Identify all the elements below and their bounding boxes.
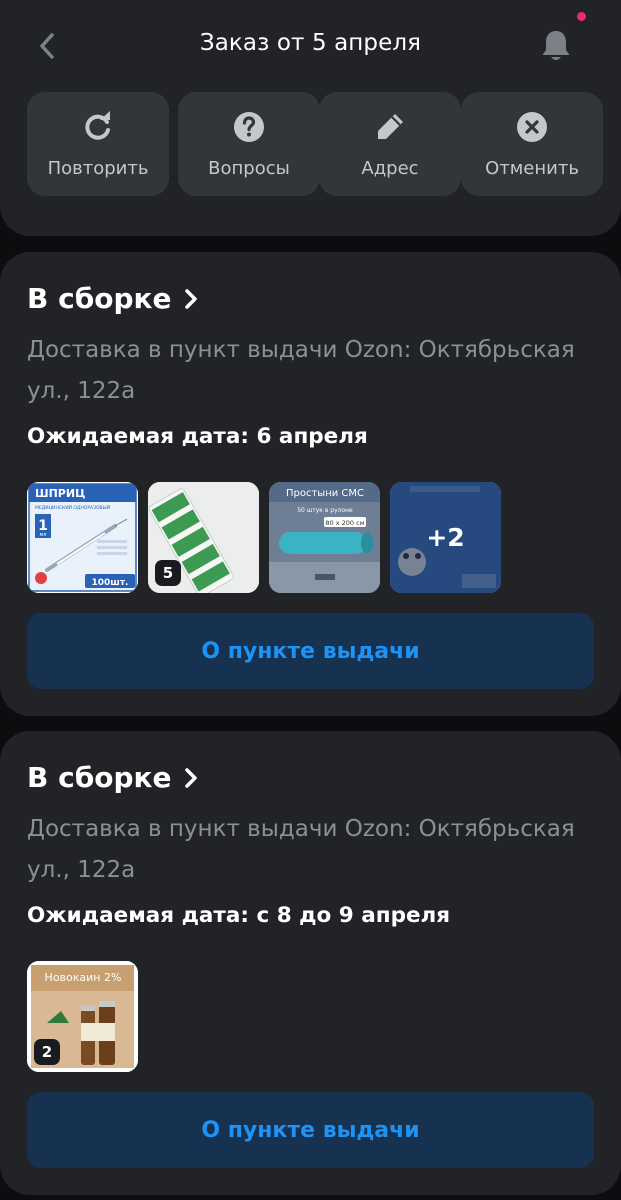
header: Заказ от 5 апреля bbox=[0, 0, 621, 92]
pickup-point-button[interactable]: О пункте выдачи bbox=[27, 1092, 594, 1168]
shipment-status-link[interactable]: В сборке bbox=[27, 761, 198, 794]
product-thumbnail-novocaine[interactable]: Новокаин 2% 2 bbox=[27, 961, 138, 1072]
expected-date: Ожидаемая дата: 6 апреля bbox=[27, 424, 368, 449]
sheets-subtitle: 50 штук в рулоне bbox=[297, 507, 353, 514]
repeat-order-label: Повторить bbox=[47, 158, 149, 179]
syringe-unit: мл bbox=[40, 532, 47, 538]
product-thumbnails: ШПРИЦ МЕДИЦИНСКИЙ ОДНОРАЗОВЫЙ 1 мл 100шт… bbox=[27, 482, 501, 593]
product-thumbnails: Новокаин 2% 2 bbox=[27, 961, 138, 1072]
pickup-point-button[interactable]: О пункте выдачи bbox=[27, 613, 594, 689]
product-thumbnail-syringes[interactable]: ШПРИЦ МЕДИЦИНСКИЙ ОДНОРАЗОВЫЙ 1 мл 100шт… bbox=[27, 482, 138, 593]
novocaine-title: Новокаин 2% bbox=[45, 971, 122, 984]
delivery-address: Доставка в пункт выдачи Ozon: Октябрьска… bbox=[27, 816, 575, 883]
shipment-status: В сборке bbox=[27, 282, 172, 315]
delivery-address: Доставка в пункт выдачи Ozon: Октябрьска… bbox=[27, 337, 575, 404]
shipment-card: В сборке Доставка в пункт выдачи Ozon: О… bbox=[0, 731, 621, 1195]
questions-button[interactable]: Вопросы bbox=[178, 92, 320, 196]
bell-icon bbox=[542, 31, 570, 60]
pencil-icon bbox=[378, 114, 403, 139]
sheets-title: Простыни СМС bbox=[286, 488, 364, 499]
product-thumbnail-more[interactable]: +2 bbox=[390, 482, 501, 593]
product-thumbnail-packets[interactable]: 5 bbox=[148, 482, 259, 593]
question-icon bbox=[234, 112, 264, 142]
address-label: Адрес bbox=[361, 158, 419, 179]
product-thumbnail-sheets[interactable]: Простыни СМС 50 штук в рулоне 80 x 200 с… bbox=[269, 482, 380, 593]
chevron-right-icon bbox=[184, 767, 197, 788]
notification-dot bbox=[577, 12, 586, 21]
expected-date: Ожидаемая дата: с 8 до 9 апреля bbox=[27, 903, 451, 928]
order-actions: Повторить Вопросы Адрес Отменить bbox=[27, 92, 603, 196]
shipment-status-link[interactable]: В сборке bbox=[27, 282, 198, 315]
cancel-icon bbox=[517, 112, 547, 142]
notifications-button[interactable] bbox=[534, 24, 578, 68]
page-title: Заказ от 5 апреля bbox=[199, 30, 422, 56]
shipment-status: В сборке bbox=[27, 761, 172, 794]
sheets-size: 80 x 200 см bbox=[325, 519, 364, 527]
cancel-order-label: Отменить bbox=[485, 158, 579, 179]
syringe-box-image: ШПРИЦ МЕДИЦИНСКИЙ ОДНОРАЗОВЫЙ 1 мл 100шт… bbox=[27, 482, 138, 593]
edit-address-button[interactable]: Адрес bbox=[319, 92, 461, 196]
cancel-order-button[interactable]: Отменить bbox=[461, 92, 603, 196]
quantity-badge: 2 bbox=[34, 1039, 60, 1065]
repeat-icon bbox=[85, 111, 110, 140]
syringe-box-title: ШПРИЦ bbox=[35, 487, 85, 500]
syringe-count: 100шт. bbox=[92, 578, 129, 588]
more-items-overlay: +2 bbox=[390, 482, 501, 593]
order-header-panel: Заказ от 5 апреля Повторить Вопросы Адре… bbox=[0, 0, 621, 236]
syringe-box-subtitle: МЕДИЦИНСКИЙ ОДНОРАЗОВЫЙ bbox=[35, 504, 110, 511]
sheets-roll-image: Простыни СМС 50 штук в рулоне 80 x 200 с… bbox=[269, 482, 380, 593]
questions-label: Вопросы bbox=[208, 158, 290, 179]
chevron-right-icon bbox=[184, 288, 197, 309]
quantity-badge: 5 bbox=[155, 560, 181, 586]
shipment-card: В сборке Доставка в пункт выдачи Ozon: О… bbox=[0, 252, 621, 716]
repeat-order-button[interactable]: Повторить bbox=[27, 92, 169, 196]
